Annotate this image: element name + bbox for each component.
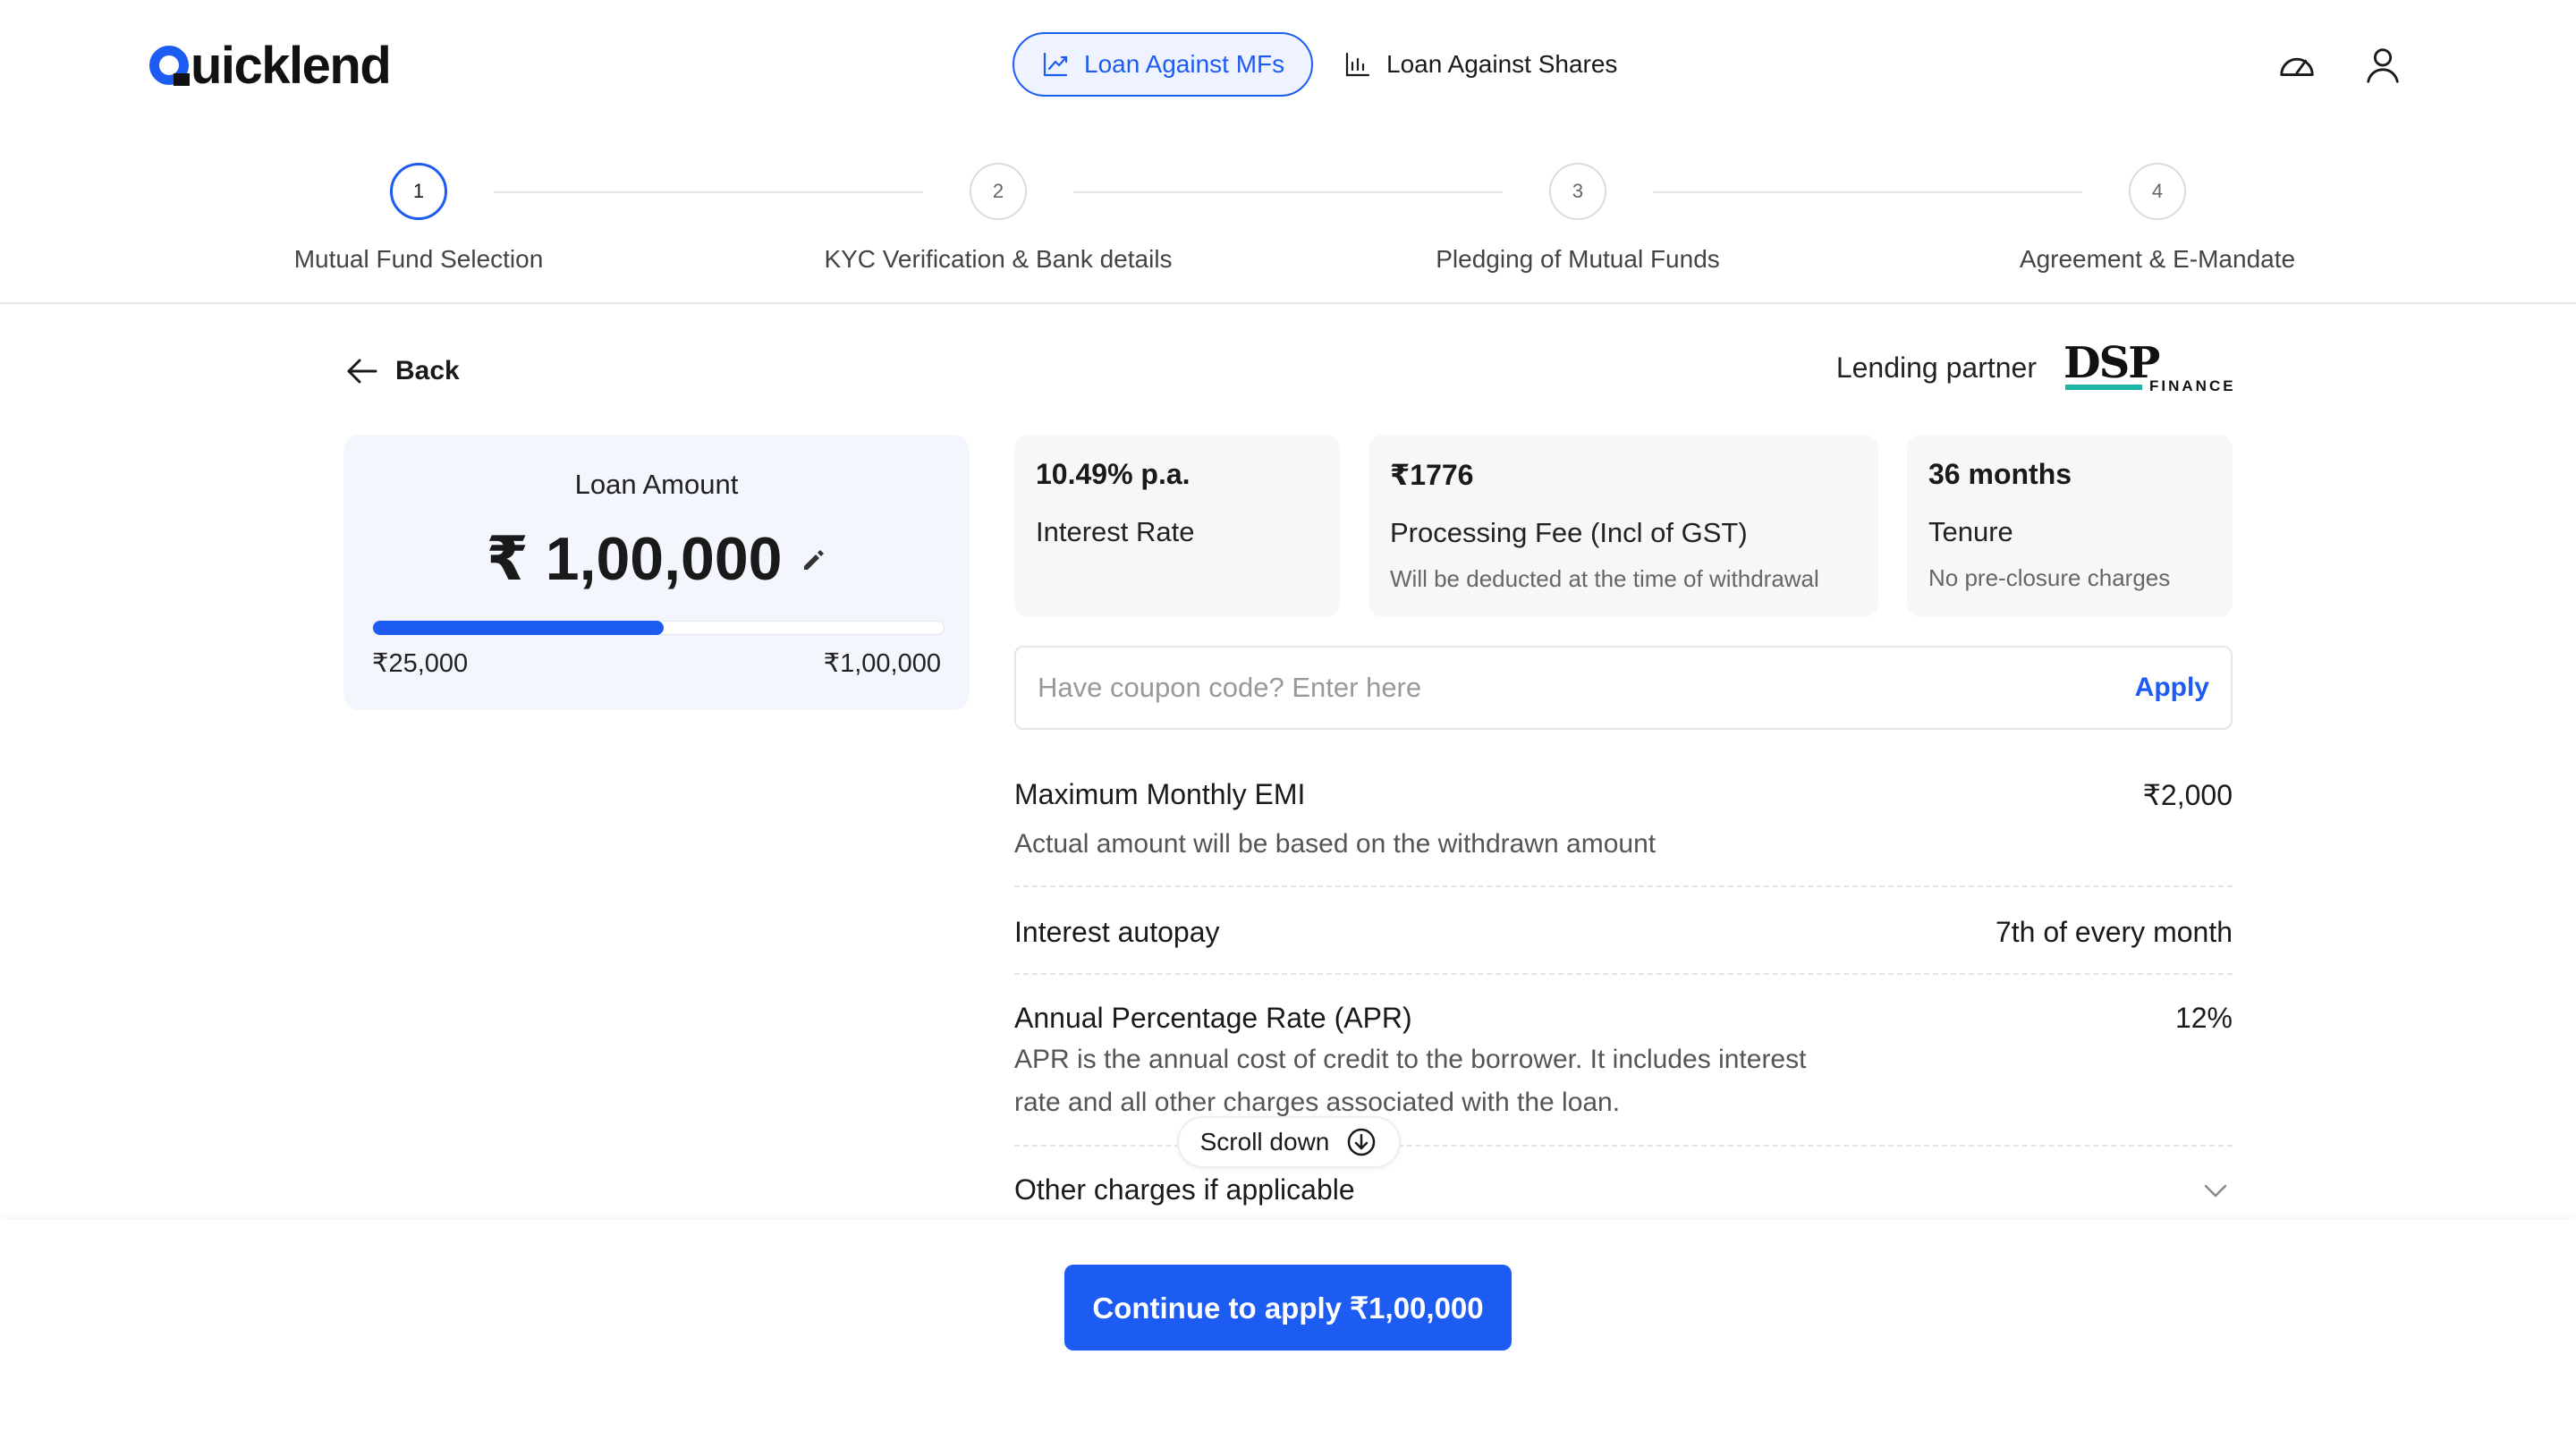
dashed-divider xyxy=(1014,973,2233,975)
top-header: uicklend Loan Against MFs Loan Against S… xyxy=(0,0,2576,131)
progress-stepper: 1 Mutual Fund Selection 2 KYC Verificati… xyxy=(0,131,2576,304)
tenure-tile: 36 months Tenure No pre-closure charges xyxy=(1907,435,2233,617)
continue-to-apply-button[interactable]: Continue to apply ₹1,00,000 xyxy=(1064,1265,1512,1351)
step-label: KYC Verification & Bank details xyxy=(824,245,1173,273)
detail-value: ₹2,000 xyxy=(2142,779,2233,811)
tab-loan-against-shares[interactable]: Loan Against Shares xyxy=(1342,32,1617,97)
coupon-field: Apply xyxy=(1014,646,2233,730)
step-agreement-emandate[interactable]: 4 Agreement & E-Mandate xyxy=(1970,163,2345,274)
step-number: 3 xyxy=(1549,163,1606,220)
scroll-down-label: Scroll down xyxy=(1199,1128,1330,1156)
tile-value: ₹1776 xyxy=(1390,459,1474,491)
trend-chart-icon xyxy=(1043,52,1068,77)
bar-chart-icon xyxy=(1345,52,1370,77)
interest-rate-tile: 10.49% p.a. Interest Rate xyxy=(1014,435,1340,617)
processing-fee-tile: ₹1776 Processing Fee (Incl of GST) Will … xyxy=(1368,435,1878,617)
quicklend-logo[interactable]: uicklend xyxy=(149,34,392,97)
step-label: Agreement & E-Mandate xyxy=(2019,245,2296,273)
loan-amount-title: Loan Amount xyxy=(574,469,739,500)
max-monthly-emi-row: Maximum Monthly EMI ₹2,000 Actual amount… xyxy=(1014,778,2233,866)
profile-button[interactable] xyxy=(2361,43,2404,86)
tab-loan-against-mfs[interactable]: Loan Against MFs xyxy=(1013,32,1313,97)
lending-partner-label: Lending partner xyxy=(1835,351,2037,384)
tile-subtext: No pre-closure charges xyxy=(1928,564,2171,591)
tab-label: Loan Against MFs xyxy=(1084,50,1285,78)
chevron-down-icon[interactable] xyxy=(2199,1173,2233,1207)
slider-max-value: ₹1,00,000 xyxy=(823,649,941,678)
back-label: Back xyxy=(395,356,460,385)
slider-min-value: ₹25,000 xyxy=(372,649,469,678)
detail-label: Other charges if applicable xyxy=(1014,1173,1355,1206)
step-number: 1 xyxy=(390,163,447,220)
tile-value: 10.49% p.a. xyxy=(1036,458,1191,490)
step-label: Pledging of Mutual Funds xyxy=(1436,245,1720,273)
dashboard-button[interactable] xyxy=(2275,43,2318,86)
arrow-left-icon xyxy=(347,359,377,384)
other-charges-row[interactable]: Other charges if applicable xyxy=(1014,1173,2233,1207)
slider-fill xyxy=(373,621,665,635)
edit-pencil-icon[interactable] xyxy=(800,546,826,573)
footer-bar: Continue to apply ₹1,00,000 xyxy=(0,1220,2576,1431)
logo-q-mark xyxy=(149,46,190,86)
detail-value: 7th of every month xyxy=(1995,916,2233,948)
dsp-finance-logo: DSP FINANCE xyxy=(2063,338,2236,394)
interest-autopay-row: Interest autopay 7th of every month xyxy=(1014,916,2233,949)
detail-value: 12% xyxy=(2174,1002,2233,1034)
tile-label: Processing Fee (Incl of GST) xyxy=(1390,517,1748,548)
apply-coupon-button[interactable]: Apply xyxy=(2135,673,2209,703)
dashed-divider xyxy=(1014,885,2233,887)
detail-description: APR is the annual cost of credit to the … xyxy=(1014,1045,1807,1117)
detail-label: Interest autopay xyxy=(1014,916,1220,948)
tile-subtext: Will be deducted at the time of withdraw… xyxy=(1390,565,1819,592)
coupon-input[interactable] xyxy=(1038,672,2135,704)
tile-value: 36 months xyxy=(1928,458,2072,490)
lending-partner: Lending partner DSP FINANCE xyxy=(1835,338,2236,394)
arrow-down-circle-icon xyxy=(1348,1128,1376,1156)
scroll-down-button[interactable]: Scroll down xyxy=(1177,1116,1401,1168)
back-button[interactable]: Back xyxy=(343,352,460,390)
tile-label: Tenure xyxy=(1928,516,2013,547)
detail-description: Actual amount will be based on the withd… xyxy=(1014,829,1657,859)
detail-label: Annual Percentage Rate (APR) xyxy=(1014,1002,1412,1034)
loan-amount-slider[interactable] xyxy=(372,621,945,635)
tab-label: Loan Against Shares xyxy=(1386,50,1618,78)
loan-amount-card: Loan Amount ₹ 1,00,000 ₹25,000 ₹1,00,000 xyxy=(343,435,970,710)
detail-label: Maximum Monthly EMI xyxy=(1014,778,1306,810)
loan-amount-value[interactable]: ₹ 1,00,000 xyxy=(343,524,970,595)
step-number: 4 xyxy=(2129,163,2186,220)
tile-label: Interest Rate xyxy=(1036,516,1195,547)
step-number: 2 xyxy=(970,163,1027,220)
step-pledging[interactable]: 3 Pledging of Mutual Funds xyxy=(1390,163,1766,274)
step-mutual-fund-selection[interactable]: 1 Mutual Fund Selection xyxy=(231,163,606,274)
apr-row: Annual Percentage Rate (APR) 12% APR is … xyxy=(1014,1002,2233,1124)
step-kyc-verification[interactable]: 2 KYC Verification & Bank details xyxy=(810,163,1186,274)
speedometer-icon xyxy=(2280,57,2314,76)
step-label: Mutual Fund Selection xyxy=(293,245,544,273)
user-icon xyxy=(2367,48,2399,83)
